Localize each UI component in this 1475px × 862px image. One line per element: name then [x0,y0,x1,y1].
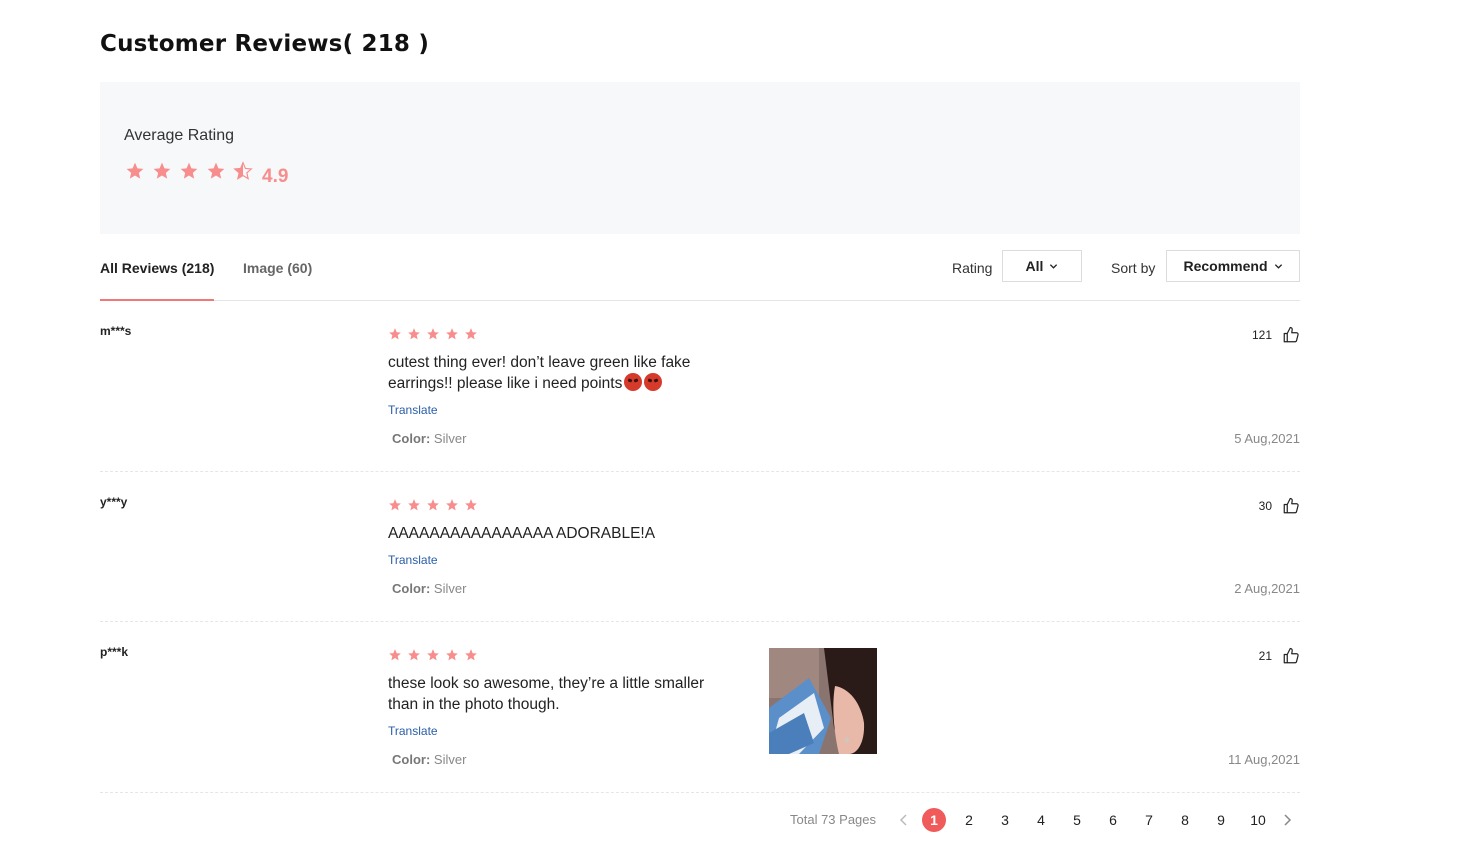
star-full-icon [427,649,439,661]
star-full-icon [465,649,477,661]
chevron-left-icon[interactable] [897,813,911,827]
review-text: these look so awesome, they’re a little … [388,675,705,713]
review-item: m***s cutest thing ever! don’t leave gre… [100,300,1300,472]
review-tabs-bar: All Reviews (218) Image (60) Rating All … [100,250,1300,301]
star-full-icon [408,499,420,511]
star-full-icon [427,328,439,340]
variant-label: Color: [392,581,431,596]
tab-all-reviews[interactable]: All Reviews (218) [100,260,215,301]
page-button-7[interactable]: 7 [1137,808,1161,832]
review-likes: 21 [1259,647,1300,665]
pagination: Total 73 Pages 1 2 3 4 5 6 7 8 9 10 [100,808,1300,832]
star-full-icon [389,328,401,340]
average-rating-label: Average Rating [124,127,234,144]
chevron-down-icon [1274,263,1282,269]
review-text: cutest thing ever! don’t leave green lik… [388,352,728,394]
rating-summary: Average Rating 4.9 [100,82,1300,234]
page-button-1[interactable]: 1 [922,808,946,832]
star-full-icon [465,499,477,511]
like-count: 21 [1258,649,1272,663]
thumbs-up-icon[interactable] [1282,647,1300,665]
rating-filter-label: Rating [952,260,993,276]
review-stars [388,327,478,341]
translate-link[interactable]: Translate [388,403,438,417]
angry-face-icon [624,373,643,391]
review-photo-image [769,648,877,754]
rating-filter-value: All [1025,258,1044,274]
thumbs-up-icon[interactable] [1282,497,1300,515]
star-full-icon [389,649,401,661]
star-full-icon [153,162,171,179]
translate-link[interactable]: Translate [388,553,438,567]
rating-filter-dropdown[interactable]: All [1002,250,1082,282]
star-full-icon [446,499,458,511]
pagination-total: Total 73 Pages [790,812,877,827]
review-item: y***y AAAAAAAAAAAAAAAA ADORABLE!A Transl… [100,471,1300,622]
variant-value: Silver [433,431,467,446]
sort-value: Recommend [1183,258,1268,274]
review-likes: 121 [1252,326,1300,344]
page-button-4[interactable]: 4 [1029,808,1053,832]
review-variant: Color: Silver [392,752,466,767]
star-full-icon [389,499,401,511]
chevron-down-icon [1050,263,1058,269]
review-variant: Color: Silver [392,581,466,596]
page-button-8[interactable]: 8 [1173,808,1197,832]
variant-label: Color: [392,752,431,767]
review-text: AAAAAAAAAAAAAAAA ADORABLE!A [388,525,656,542]
star-full-icon [207,162,225,179]
reviewer-name: y***y [100,495,128,509]
chevron-right-icon[interactable] [1280,813,1294,827]
sort-label: Sort by [1111,260,1156,276]
review-variant: Color: Silver [392,431,466,446]
review-photo-thumbnail[interactable] [769,648,877,754]
tab-image-reviews[interactable]: Image (60) [243,260,312,300]
star-full-icon [408,328,420,340]
like-count: 121 [1251,328,1272,342]
star-full-icon [446,649,458,661]
star-full-icon [427,499,439,511]
page-button-6[interactable]: 6 [1101,808,1125,832]
reviewer-name: m***s [100,324,132,338]
star-full-icon [180,162,198,179]
reviewer-name: p***k [100,645,129,659]
review-date: 5 Aug,2021 [1234,431,1300,446]
review-date: 2 Aug,2021 [1234,581,1300,596]
page-button-2[interactable]: 2 [957,808,981,832]
translate-link[interactable]: Translate [388,724,438,738]
page-button-5[interactable]: 5 [1065,808,1089,832]
star-full-icon [446,328,458,340]
star-full-icon [465,328,477,340]
sort-dropdown[interactable]: Recommend [1166,250,1300,282]
review-item: p***k these look so awesome, they’re a l… [100,621,1300,793]
page-title: Customer Reviews( 218 ) [100,31,430,57]
variant-label: Color: [392,431,431,446]
page-button-3[interactable]: 3 [993,808,1017,832]
page-button-9[interactable]: 9 [1209,808,1233,832]
average-rating-stars [125,161,253,181]
thumbs-up-icon[interactable] [1282,326,1300,344]
page-button-10[interactable]: 10 [1246,808,1270,832]
review-date: 11 Aug,2021 [1227,752,1300,767]
average-rating-value: 4.9 [262,166,289,187]
star-full-icon [126,162,144,179]
angry-face-icon [644,373,663,391]
variant-value: Silver [433,752,467,767]
star-full-icon [408,649,420,661]
review-stars [388,498,478,512]
star-half-icon [233,161,253,180]
review-stars [388,648,478,662]
review-likes: 30 [1259,497,1300,515]
like-count: 30 [1258,499,1272,513]
variant-value: Silver [433,581,467,596]
